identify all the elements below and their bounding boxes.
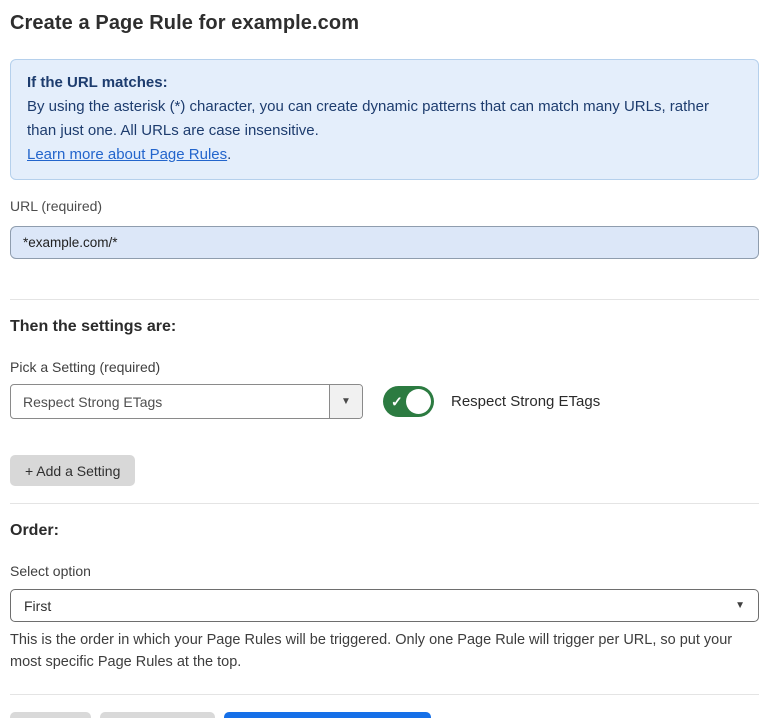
- divider: [10, 694, 759, 695]
- add-setting-button[interactable]: + Add a Setting: [10, 455, 135, 486]
- setting-row: Respect Strong ETags ▼ ✓ Respect Strong …: [10, 384, 759, 419]
- order-select-value: First: [24, 598, 51, 614]
- setting-dropdown-value: Respect Strong ETags: [11, 385, 329, 418]
- order-section-heading: Order:: [10, 522, 759, 540]
- order-select-label: Select option: [10, 563, 759, 579]
- setting-dropdown[interactable]: Respect Strong ETags ▼: [10, 384, 363, 419]
- chevron-down-icon: ▼: [735, 600, 745, 611]
- divider: [10, 299, 759, 300]
- url-match-info-box: If the URL matches: By using the asteris…: [10, 59, 759, 180]
- url-input[interactable]: [10, 226, 759, 259]
- save-deploy-button[interactable]: Save and Deploy Page Rule: [224, 712, 431, 718]
- create-page-rule-form: Create a Page Rule for example.com If th…: [0, 0, 769, 718]
- url-field-label: URL (required): [10, 198, 759, 214]
- info-box-heading: If the URL matches:: [27, 71, 742, 95]
- link-period: .: [227, 146, 231, 163]
- chevron-down-icon[interactable]: ▼: [329, 385, 362, 418]
- toggle-knob: [406, 389, 431, 414]
- order-select[interactable]: First ▼: [10, 589, 759, 622]
- settings-section-heading: Then the settings are:: [10, 318, 759, 336]
- save-draft-button[interactable]: Save as Draft: [100, 712, 215, 718]
- info-box-link-line: Learn more about Page Rules.: [27, 143, 742, 167]
- cancel-button[interactable]: Cancel: [10, 712, 91, 718]
- info-box-body: By using the asterisk (*) character, you…: [27, 95, 742, 143]
- footer-actions: Cancel Save as Draft Save and Deploy Pag…: [10, 712, 759, 718]
- check-icon: ✓: [391, 394, 403, 408]
- order-help-text: This is the order in which your Page Rul…: [10, 629, 752, 674]
- etags-toggle[interactable]: ✓: [383, 386, 434, 417]
- divider: [10, 503, 759, 504]
- pick-setting-label: Pick a Setting (required): [10, 359, 759, 375]
- page-title: Create a Page Rule for example.com: [10, 12, 759, 35]
- toggle-label: Respect Strong ETags: [451, 393, 600, 410]
- learn-more-link[interactable]: Learn more about Page Rules: [27, 146, 227, 163]
